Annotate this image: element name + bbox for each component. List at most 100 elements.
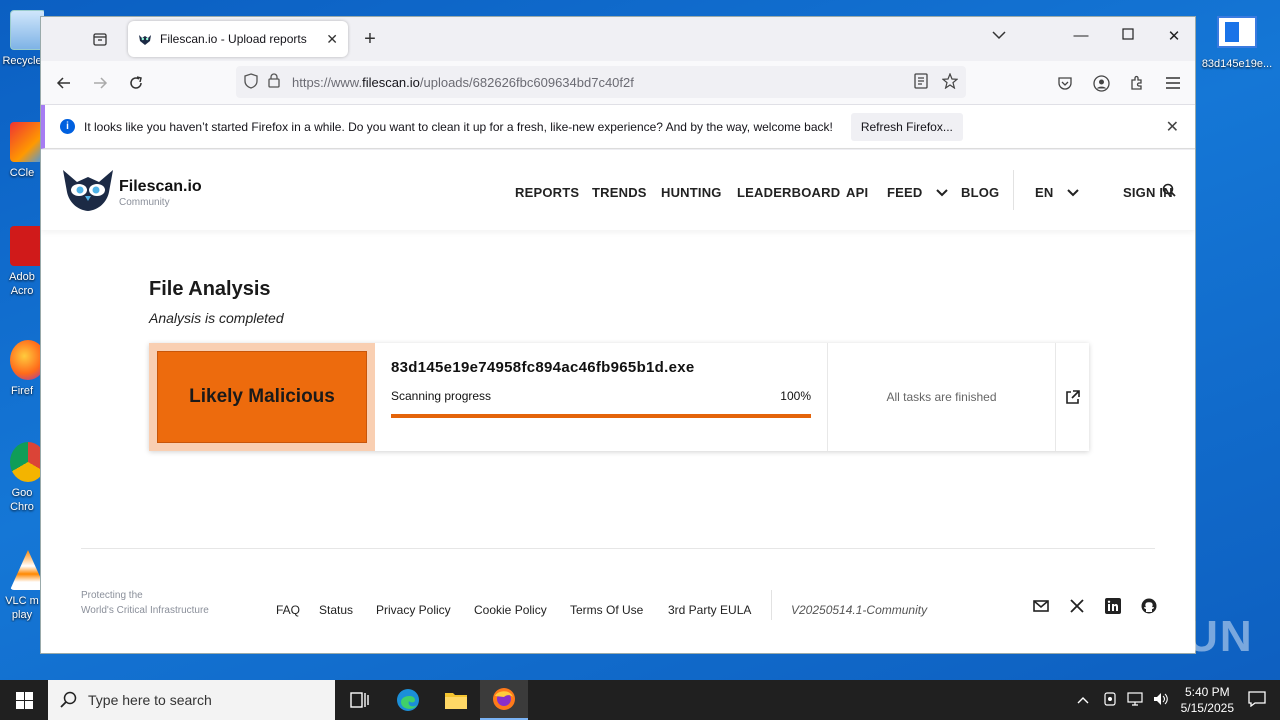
new-tab-icon[interactable]: + [360,28,380,50]
navigation-toolbar: https://www.filescan.io/uploads/682626fb… [41,61,1195,105]
footer-link-privacy[interactable]: Privacy Policy [376,603,451,617]
tasks-status: All tasks are finished [827,343,1055,451]
network-icon[interactable] [1127,691,1143,709]
footer-link-status[interactable]: Status [319,603,353,617]
desktop-icon-adobe-acrobat[interactable]: Adob Acro [0,226,44,298]
desktop-icon-chrome[interactable]: Goo Chro [0,442,44,514]
extensions-icon[interactable] [1126,72,1148,94]
tracking-shield-icon[interactable] [244,72,258,92]
analysis-card: Likely Malicious 83d145e19e74958fc894ac4… [149,343,1089,451]
brand-name[interactable]: Filescan.io [119,178,202,196]
reader-view-icon[interactable] [914,72,928,92]
clock[interactable]: 5:40 PM 5/15/2025 [1181,684,1234,716]
notifications-icon[interactable] [1248,690,1266,710]
back-icon[interactable] [53,72,75,94]
url-path: /uploads/682626fbc609634bd7c40f2f [419,74,634,90]
footer-link-terms[interactable]: Terms Of Use [570,603,643,617]
clock-date: 5/15/2025 [1180,701,1234,715]
start-button[interactable] [0,680,48,720]
close-notification-icon[interactable]: ✕ [1166,117,1179,137]
anyrun-watermark: ANY RUN [1040,612,1254,661]
nav-leaderboard[interactable]: LEADERBOARD [737,185,840,200]
device-icon[interactable] [1103,691,1117,709]
list-all-tabs-icon[interactable] [987,27,1011,44]
progress-bar [391,414,811,418]
desktop-icon-label: Recycle [2,55,42,67]
close-window-icon[interactable]: ✕ [1162,27,1186,45]
clock-time: 5:40 PM [1184,685,1230,699]
close-tab-icon[interactable]: ✕ [326,31,338,48]
progress-label: Scanning progress [391,389,492,403]
bookmark-star-icon[interactable] [941,71,959,92]
nav-blog[interactable]: BLOG [961,185,999,200]
desktop-icon-label: CCle [9,167,35,179]
nav-reports[interactable]: REPORTS [515,185,579,200]
page-content: Filescan.io Community REPORTS TRENDS HUN… [41,150,1195,653]
forward-icon[interactable] [89,72,111,94]
minimize-icon[interactable]: — [1069,27,1093,44]
url-text: https://www.filescan.io/uploads/682626fb… [292,75,634,90]
site-header: Filescan.io Community REPORTS TRENDS HUN… [41,150,1195,230]
account-icon[interactable] [1090,72,1112,94]
task-view-icon[interactable] [336,680,384,720]
tab-filescan[interactable]: Filescan.io - Upload reports ✕ [128,21,348,57]
desktop-icon-file[interactable]: 83d145e19e... [1198,12,1276,70]
menu-hamburger-icon[interactable] [1162,72,1184,94]
desktop-icon-label: Adob Acro [9,271,35,297]
recycle-bin-icon [10,10,44,50]
nav-feed-label: FEED [887,185,923,200]
maximize-icon[interactable] [1116,27,1140,44]
footer-divider [81,548,1155,549]
system-tray: 5:40 PM 5/15/2025 [1077,680,1280,720]
file-name[interactable]: 83d145e19e74958fc894ac46fb965b1d.exe [391,359,811,376]
verdict-frame: Likely Malicious [149,343,375,451]
lock-icon[interactable] [268,73,280,91]
taskbar-search[interactable]: Type here to search [48,680,335,720]
nav-trends[interactable]: TRENDS [592,185,647,200]
analysis-status: Analysis is completed [149,310,284,326]
file-explorer-icon[interactable] [432,680,480,720]
tab-list-icon[interactable] [90,29,110,49]
desktop-icon-recycle-bin[interactable]: Recycle [0,10,44,68]
tab-bar: Filescan.io - Upload reports ✕ + — ✕ [41,17,1195,61]
acrobat-icon [10,226,44,266]
volume-icon[interactable] [1153,692,1169,709]
tab-title: Filescan.io - Upload reports [160,32,307,46]
url-domain: filescan.io [362,74,420,90]
search-placeholder: Type here to search [88,692,212,708]
nav-api[interactable]: API [846,185,868,200]
ccleaner-icon [10,122,44,162]
nav-hunting[interactable]: HUNTING [661,185,722,200]
edge-icon[interactable] [384,680,432,720]
verdict-badge: Likely Malicious [157,351,367,443]
footer-link-cookie[interactable]: Cookie Policy [474,603,547,617]
chevron-down-icon [1067,189,1079,197]
show-hidden-icons-icon[interactable] [1077,693,1089,707]
header-divider [1013,170,1014,210]
vlc-icon [10,550,44,590]
desktop-icon-vlc[interactable]: VLC m play [0,550,44,622]
address-bar[interactable]: https://www.filescan.io/uploads/682626fb… [236,66,966,98]
notification-bar: i It looks like you haven’t started Fire… [41,105,1195,149]
language-selector[interactable]: EN [1035,185,1079,200]
nav-feed[interactable]: FEED [887,185,949,200]
filescan-owl-logo-icon[interactable] [61,168,115,212]
pocket-icon[interactable] [1054,72,1076,94]
footer-link-faq[interactable]: FAQ [276,603,300,617]
file-info: 83d145e19e74958fc894ac46fb965b1d.exe Sca… [375,343,827,451]
open-report-button[interactable] [1055,343,1089,451]
progress-row: Scanning progress 100% [391,389,811,403]
file-icon [1217,16,1257,48]
refresh-firefox-button[interactable]: Refresh Firefox... [850,112,963,141]
firefox-taskbar-icon[interactable] [480,680,528,720]
desktop-icon-firefox[interactable]: Firef [0,340,44,398]
brand-subtitle: Community [119,197,170,208]
tagline-line-1: Protecting the [81,590,143,601]
reload-icon[interactable] [125,72,147,94]
language-label: EN [1035,185,1054,200]
footer-link-eula[interactable]: 3rd Party EULA [668,603,751,617]
desktop-icon-ccleaner[interactable]: CCle [0,122,44,180]
chevron-down-icon [936,189,949,197]
desktop-icon-label: 83d145e19e... [1201,58,1273,70]
search-icon[interactable] [1162,183,1176,200]
